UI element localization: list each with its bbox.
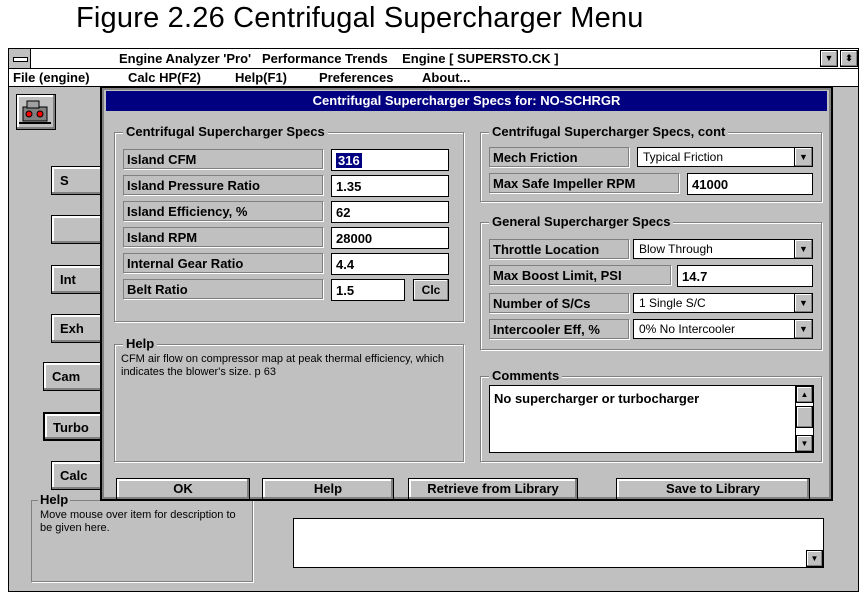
general-specs-group: General Supercharger Specs Throttle Loca… [480,214,822,350]
island-efficiency-field[interactable]: 62 [331,201,449,223]
throttle-location-label: Throttle Location [489,239,629,259]
menu-bar: File (engine) Calc HP(F2) Help(F1) Prefe… [9,69,858,87]
island-cfm-label: Island CFM [123,149,323,169]
belt-ratio-field[interactable]: 1.5 [331,279,405,301]
general-specs-title: General Supercharger Specs [489,214,674,229]
internal-gear-ratio-field[interactable]: 4.4 [331,253,449,275]
intercooler-eff-value: 0% No Intercooler [639,322,736,336]
max-impeller-rpm-field[interactable]: 41000 [687,173,813,195]
island-rpm-label: Island RPM [123,227,323,247]
menu-about[interactable]: About... [422,70,470,85]
number-of-scs-label: Number of S/Cs [489,293,629,313]
intercooler-eff-dropdown[interactable]: 0% No Intercooler ▼ [633,319,813,339]
scroll-down-icon[interactable]: ▼ [796,435,813,452]
island-efficiency-label: Island Efficiency, % [123,201,323,221]
bg-help-title: Help [38,492,71,507]
window-titlebar: Engine Analyzer 'Pro' Performance Trends… [9,49,858,69]
menu-preferences[interactable]: Preferences [319,70,393,85]
intercooler-eff-label: Intercooler Eff, % [489,319,629,339]
island-cfm-value: 316 [336,153,362,168]
bg-help-text: Move mouse over item for description to … [40,509,236,534]
number-of-scs-value: 1 Single S/C [639,296,706,310]
comments-text: No supercharger or turbocharger [494,391,700,406]
comments-group: Comments No supercharger or turbocharger… [480,368,822,462]
menu-file[interactable]: File (engine) [13,70,90,85]
window-title: Engine Analyzer 'Pro' Performance Trends… [119,51,559,66]
mech-friction-value: Typical Friction [643,150,724,164]
centrifugal-specs-title: Centrifugal Supercharger Specs [123,124,328,139]
engine-icon [19,100,51,124]
save-to-library-button[interactable]: Save to Library [616,478,810,500]
ok-button[interactable]: OK [116,478,250,500]
chevron-down-icon[interactable]: ▼ [794,320,812,338]
island-pressure-ratio-label: Island Pressure Ratio [123,175,323,195]
island-rpm-field[interactable]: 28000 [331,227,449,249]
dialog-help-group: Help CFM air flow on compressor map at p… [114,336,464,462]
figure-caption: Figure 2.26 Centrifugal Supercharger Men… [76,2,644,34]
throttle-location-value: Blow Through [639,242,713,256]
scroll-thumb[interactable] [796,406,813,428]
comments-title: Comments [489,368,563,383]
dialog-title: Centrifugal Supercharger Specs for: NO-S… [106,91,827,111]
calculate-belt-ratio-button[interactable]: Clc [413,279,449,301]
comments-textarea[interactable]: No supercharger or turbocharger ▲ ▼ [489,385,814,453]
retrieve-from-library-button[interactable]: Retrieve from Library [408,478,578,500]
bg-help-group: Help Move mouse over item for descriptio… [31,492,253,582]
centrifugal-specs-group: Centrifugal Supercharger Specs Island CF… [114,124,464,322]
supercharger-specs-dialog: Centrifugal Supercharger Specs for: NO-S… [100,86,833,501]
system-menu-icon[interactable] [9,49,31,68]
max-boost-label: Max Boost Limit, PSI [489,265,671,285]
mech-friction-dropdown[interactable]: Typical Friction ▼ [637,147,813,167]
max-boost-field[interactable]: 14.7 [677,265,813,287]
internal-gear-ratio-label: Internal Gear Ratio [123,253,323,273]
bg-comments-box: ▼ [293,518,824,568]
restore-icon[interactable]: ⬍ [840,50,858,67]
chevron-down-icon[interactable]: ▼ [794,294,812,312]
mech-friction-label: Mech Friction [489,147,629,167]
throttle-location-dropdown[interactable]: Blow Through ▼ [633,239,813,259]
max-impeller-rpm-label: Max Safe Impeller RPM [489,173,679,193]
comments-scrollbar[interactable]: ▲ ▼ [795,386,813,452]
number-of-scs-dropdown[interactable]: 1 Single S/C ▼ [633,293,813,313]
engine-icon-button[interactable] [16,94,56,130]
dialog-help-text: CFM air flow on compressor map at peak t… [121,353,444,378]
menu-help[interactable]: Help(F1) [235,70,287,85]
minimize-icon[interactable]: ▼ [820,50,838,67]
island-pressure-ratio-field[interactable]: 1.35 [331,175,449,197]
belt-ratio-label: Belt Ratio [123,279,323,299]
chevron-down-icon[interactable]: ▼ [794,148,812,166]
chevron-down-icon[interactable]: ▼ [794,240,812,258]
menu-calc-hp[interactable]: Calc HP(F2) [128,70,201,85]
centrifugal-specs-cont-title: Centrifugal Supercharger Specs, cont [489,124,729,139]
scroll-up-icon[interactable]: ▲ [796,386,813,403]
help-button[interactable]: Help [262,478,394,500]
centrifugal-specs-cont-group: Centrifugal Supercharger Specs, cont Mec… [480,124,822,202]
island-cfm-field[interactable]: 316 [331,149,449,171]
scroll-down-icon[interactable]: ▼ [806,550,823,567]
dialog-help-title: Help [123,336,158,351]
